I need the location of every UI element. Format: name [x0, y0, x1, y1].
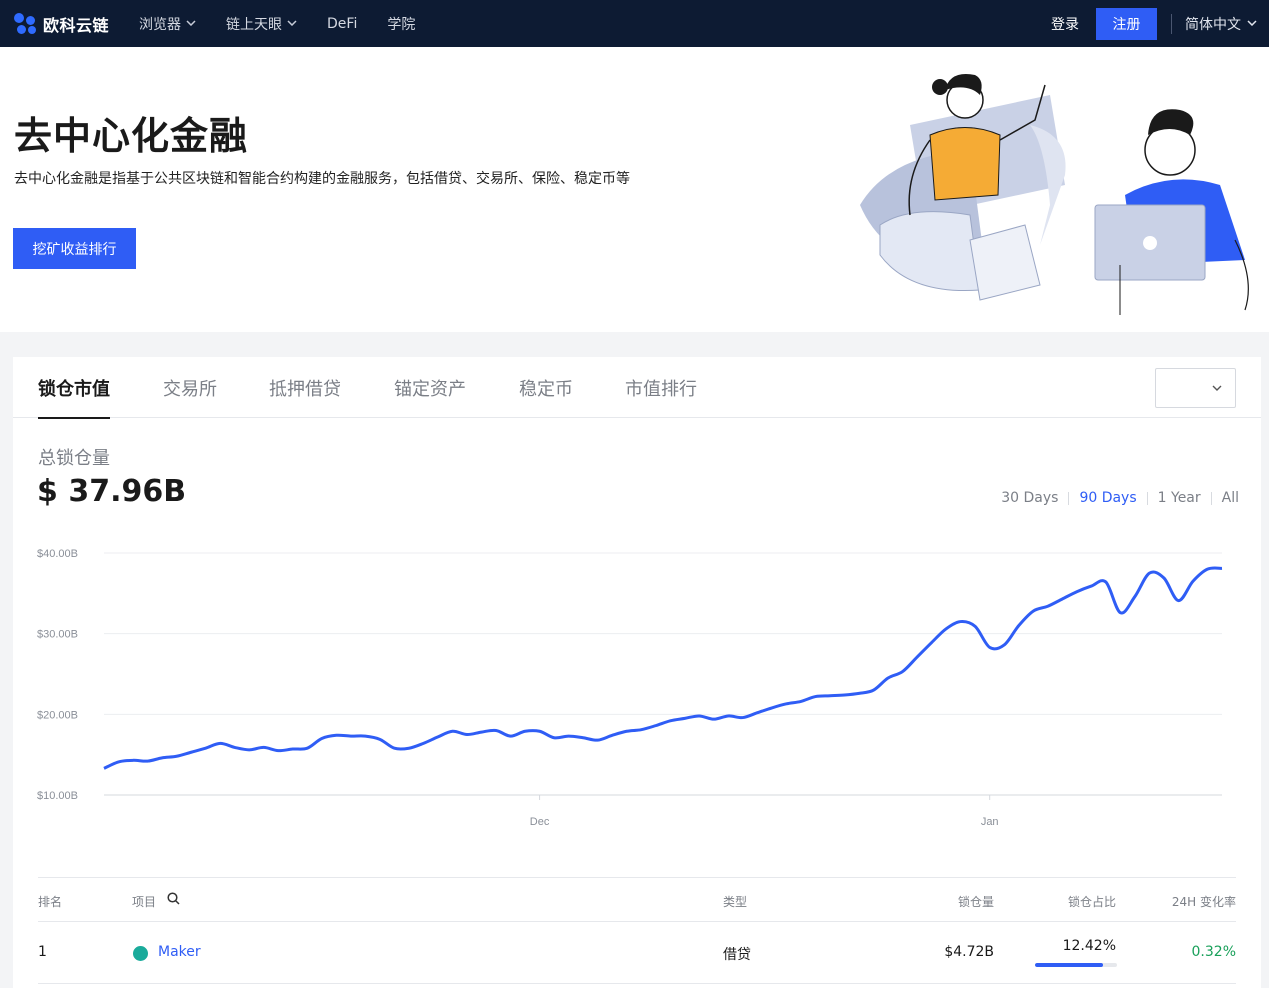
nav-item-label: 学院: [387, 16, 416, 33]
nav-item-label: 浏览器: [139, 16, 182, 33]
header-tvl: 锁仓量: [957, 895, 994, 909]
range-divider: [1068, 491, 1070, 505]
nav-menu: 浏览器 链上天眼 DeFi 学院: [139, 14, 445, 34]
chevron-down-icon: [1212, 385, 1222, 391]
filter-select[interactable]: [1155, 368, 1236, 408]
language-label: 简体中文: [1185, 16, 1241, 33]
brand-logo[interactable]: 欧科云链: [14, 12, 109, 36]
header-rank: 排名: [38, 895, 63, 909]
tab-5[interactable]: 市值排行: [625, 375, 697, 417]
range-option-0[interactable]: 30 Days: [1001, 490, 1058, 506]
brand-name: 欧科云链: [43, 15, 110, 35]
row-share: 12.42%: [1062, 938, 1116, 954]
share-progress-bar: [1035, 963, 1117, 967]
signup-button[interactable]: 注册: [1096, 7, 1157, 40]
nav-item-1[interactable]: 链上天眼: [226, 14, 297, 34]
y-tick-label: $10.00B: [37, 790, 78, 802]
project-link[interactable]: Maker: [158, 944, 201, 960]
tvl-line-chart: $10.00B $20.00B $30.00B $40.00B Dec Jan: [37, 548, 1223, 828]
header-project: 项目: [132, 895, 157, 909]
y-tick-label: $40.00B: [37, 548, 78, 560]
row-rank: 1: [38, 944, 47, 960]
defi-illustration: [860, 74, 1249, 315]
chevron-down-icon: [1247, 18, 1257, 29]
hero-section: 去中心化金融 去中心化金融是指基于公共区块链和智能合约构建的金融服务，包括借贷、…: [0, 47, 1269, 332]
defi-ranking-table: 排名 项目 类型 锁仓量 锁仓占比 24H 变化率 1 Maker 借贷 $4.…: [38, 877, 1236, 984]
row-tvl: $4.72B: [944, 944, 994, 960]
row-type: 借贷: [723, 947, 751, 963]
y-tick-label: $30.00B: [37, 629, 78, 641]
defi-card: 锁仓市值 交易所 抵押借贷 锚定资产 稳定币 市值排行 总锁仓量 $ 37.96B 30 …: [13, 357, 1261, 988]
range-option-1[interactable]: 90 Days: [1079, 490, 1136, 506]
chevron-down-icon: [287, 18, 297, 29]
tab-4[interactable]: 稳定币: [519, 375, 573, 417]
nav-item-2[interactable]: DeFi: [327, 14, 357, 34]
range-divider: [1146, 491, 1148, 505]
tab-3[interactable]: 锚定资产: [394, 375, 466, 417]
header-share: 锁仓占比: [1067, 895, 1116, 909]
tab-2[interactable]: 抵押借贷: [269, 375, 341, 417]
chevron-down-icon: [186, 18, 196, 29]
nav-item-0[interactable]: 浏览器: [139, 14, 196, 34]
nav-item-label: 链上天眼: [226, 16, 283, 33]
x-tick-label: Dec: [530, 816, 550, 828]
tab-1[interactable]: 交易所: [163, 375, 217, 417]
header-change: 24H 变化率: [1171, 895, 1236, 909]
top-nav: 欧科云链 浏览器 链上天眼 DeFi 学院 登录 注册 简体中文: [0, 0, 1269, 47]
nav-item-label: DeFi: [327, 15, 358, 32]
tvl-series-line[interactable]: [103, 566, 1223, 770]
page-title: 去中心化金融: [14, 114, 249, 158]
nav-item-3[interactable]: 学院: [387, 14, 415, 34]
tvl-value: $ 37.96B: [37, 474, 187, 509]
hero-description: 去中心化金融是指基于公共区块链和智能合约构建的金融服务，包括借贷、交易所、保险、…: [14, 171, 630, 187]
tab-0[interactable]: 锁仓市值: [38, 375, 110, 419]
x-tick-label: Jan: [981, 816, 999, 828]
range-option-2[interactable]: 1 Year: [1158, 490, 1201, 506]
range-divider: [1210, 491, 1212, 505]
search-icon[interactable]: [167, 892, 180, 908]
brand-logo-icon: [14, 12, 38, 35]
share-progress-fill: [1035, 963, 1103, 967]
row-change: 0.32%: [1191, 944, 1236, 960]
category-tabs: 锁仓市值 交易所 抵押借贷 锚定资产 稳定币 市值排行: [13, 357, 1261, 419]
tvl-label: 总锁仓量: [38, 448, 110, 469]
maker-coin-icon: [133, 946, 148, 965]
language-selector[interactable]: 简体中文: [1185, 14, 1257, 34]
table-header: 排名 项目 类型 锁仓量 锁仓占比 24H 变化率: [38, 877, 1236, 922]
nav-divider: [1171, 13, 1172, 34]
y-tick-label: $20.00B: [37, 709, 78, 721]
header-type: 类型: [723, 895, 748, 909]
range-option-3[interactable]: All: [1222, 490, 1239, 506]
login-link[interactable]: 登录: [1051, 14, 1079, 34]
mining-ranking-button[interactable]: 挖矿收益排行: [13, 228, 136, 269]
time-range-selector: 30 Days 90 Days 1 Year All: [1001, 490, 1239, 506]
table-row[interactable]: 1 Maker 借贷 $4.72B 12.42% 0.32%: [38, 922, 1236, 984]
